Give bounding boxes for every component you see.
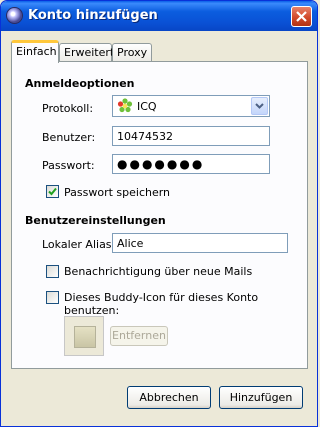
- cancel-button-label: Abbrechen: [139, 391, 199, 404]
- tab-proxy-label: Proxy: [117, 46, 148, 59]
- user-settings-heading: Benutzereinstellungen: [25, 214, 166, 227]
- add-button-label: Hinzufügen: [229, 391, 293, 404]
- alias-field[interactable]: Alice: [112, 233, 288, 253]
- icq-flower-icon: [117, 98, 133, 113]
- buddy-icon-label[interactable]: Dieses Buddy-Icon für dieses Konto benut…: [64, 291, 307, 317]
- tab-proxy[interactable]: Proxy: [112, 43, 152, 61]
- tab-einfach-label: Einfach: [16, 45, 57, 58]
- protocol-select[interactable]: ICQ: [112, 95, 270, 117]
- protocol-value: ICQ: [137, 100, 157, 113]
- close-icon: [296, 11, 307, 22]
- remember-password-checkbox[interactable]: [46, 185, 59, 198]
- password-label: Passwort:: [42, 159, 95, 172]
- remember-password-label[interactable]: Passwort speichern: [64, 186, 170, 199]
- remove-icon-button[interactable]: Entfernen: [110, 326, 168, 346]
- protocol-label: Protokoll:: [42, 102, 94, 115]
- login-options-heading: Anmeldeoptionen: [25, 77, 135, 90]
- add-button[interactable]: Hinzufügen: [219, 386, 303, 409]
- username-label: Benutzer:: [42, 131, 96, 144]
- notify-new-mail-checkbox[interactable]: [46, 265, 59, 278]
- checkmark-icon: [48, 187, 57, 196]
- tab-erweitert[interactable]: Erweitert: [59, 43, 115, 61]
- buddy-icon-checkbox[interactable]: [46, 291, 59, 304]
- remove-icon-button-label: Entfernen: [112, 329, 166, 342]
- buddy-icon-picker[interactable]: [64, 316, 104, 356]
- buddy-icon-placeholder: [74, 326, 96, 348]
- username-field[interactable]: 10474532: [112, 126, 270, 146]
- notify-new-mail-label[interactable]: Benachrichtigung über neue Mails: [64, 265, 252, 278]
- add-account-dialog: Konto hinzufügen Einfach Erweitert Proxy…: [0, 0, 318, 427]
- tab-einfach[interactable]: Einfach: [11, 40, 59, 63]
- close-button[interactable]: [291, 6, 312, 27]
- cancel-button[interactable]: Abbrechen: [127, 386, 211, 409]
- window-title: Konto hinzufügen: [28, 8, 158, 23]
- pidgin-app-icon: [7, 8, 22, 23]
- password-field[interactable]: ●●●●●●●: [112, 154, 270, 174]
- protocol-dropdown-button[interactable]: [251, 97, 268, 115]
- tab-panel-einfach: Anmeldeoptionen Protokoll: ICQ Benutzer:…: [11, 61, 308, 369]
- alias-label: Lokaler Alias:: [42, 238, 116, 251]
- title-bar[interactable]: Konto hinzufügen: [1, 1, 317, 31]
- tab-erweitert-label: Erweitert: [64, 46, 115, 59]
- chevron-down-icon: [255, 103, 264, 109]
